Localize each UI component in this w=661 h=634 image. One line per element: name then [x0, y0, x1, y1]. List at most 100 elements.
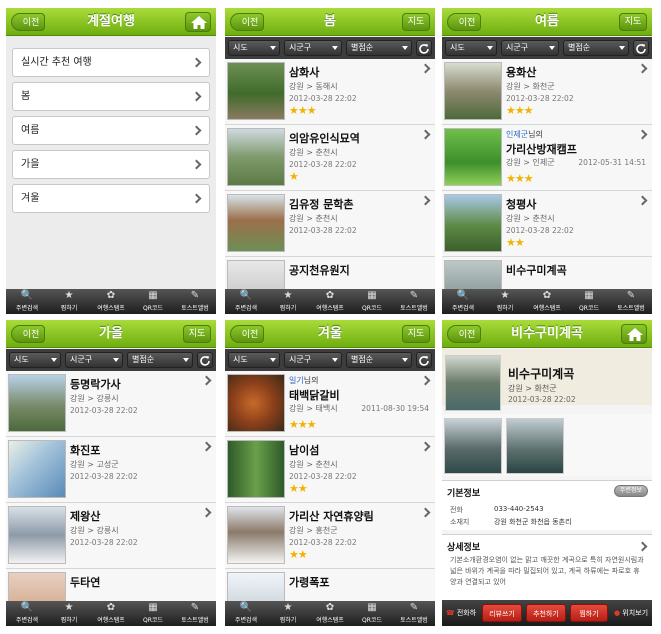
- back-button[interactable]: 이전: [230, 325, 264, 343]
- detail-info-section[interactable]: 상세정보 기본소개환경오염이 없는 맑고 깨끗한 계곡으로 특히 자연원시림과 …: [442, 534, 652, 602]
- favorite-button[interactable]: 찜하기: [570, 604, 608, 622]
- tab-qr[interactable]: ▦ QR코드: [568, 289, 610, 314]
- list-item[interactable]: 화진포 강원 > 고성군 2012-03-28 22:02: [6, 437, 216, 503]
- city-select[interactable]: 시군구: [65, 352, 123, 368]
- tab-stamp[interactable]: ✿ 여행스탬프: [526, 289, 568, 314]
- province-select[interactable]: 시도: [445, 40, 497, 56]
- gallery-photo[interactable]: [444, 418, 502, 474]
- tab-favorite[interactable]: ★ 찜하기: [48, 601, 90, 626]
- place-title: 남이섬: [289, 444, 320, 457]
- map-button[interactable]: 지도: [402, 325, 430, 343]
- header-bar: 이전 겨울 지도: [225, 320, 435, 348]
- tab-favorite[interactable]: ★ 찜하기: [267, 289, 309, 314]
- list-item[interactable]: 용화산 강원 > 화천군 2012-03-28 22:02 ★★★: [442, 59, 652, 125]
- sort-select[interactable]: 별점순: [563, 40, 629, 56]
- header-bar: 이전 계절여행: [6, 8, 216, 36]
- map-button[interactable]: 지도: [183, 325, 211, 343]
- tab-favorite[interactable]: ★ 찜하기: [267, 601, 309, 626]
- list-item[interactable]: 인제군님의 가리산방재캠프 강원 > 인제군 2012-05-31 14:51 …: [442, 125, 652, 191]
- menu-item-winter[interactable]: 겨울: [12, 184, 210, 213]
- place-list: 용화산 강원 > 화천군 2012-03-28 22:02 ★★★ 인제군님의 …: [442, 59, 652, 289]
- qr-icon: ▦: [367, 290, 377, 301]
- province-select[interactable]: 시도: [9, 352, 61, 368]
- nearby-info-button[interactable]: 주변정보: [613, 485, 648, 497]
- place-title: 용화산: [506, 66, 537, 79]
- list-item[interactable]: 김유정 문학촌 강원 > 춘천시 2012-03-28 22:02: [225, 191, 435, 257]
- tab-favorite[interactable]: ★ 찜하기: [48, 289, 90, 314]
- province-select[interactable]: 시도: [228, 40, 280, 56]
- tab-stamp[interactable]: ✿ 여행스탬프: [90, 289, 132, 314]
- refresh-button[interactable]: [633, 40, 649, 56]
- tab-nearby[interactable]: 🔍 주변검색: [225, 289, 267, 314]
- tab-album[interactable]: ✎ 토스트앨범: [393, 601, 435, 626]
- list-item[interactable]: 삼화사 강원 > 동해시 2012-03-28 22:02 ★★★: [225, 59, 435, 125]
- tab-favorite[interactable]: ★ 찜하기: [484, 289, 526, 314]
- list-item[interactable]: 가령폭포: [225, 569, 435, 601]
- tab-stamp[interactable]: ✿ 여행스탬프: [309, 289, 351, 314]
- city-select[interactable]: 시군구: [501, 40, 559, 56]
- tab-album[interactable]: ✎ 토스트앨범: [393, 289, 435, 314]
- location-button[interactable]: ● 위치보기: [612, 604, 650, 622]
- home-button[interactable]: [621, 324, 647, 344]
- phone-label: 전화: [450, 506, 463, 514]
- refresh-button[interactable]: [197, 352, 213, 368]
- season-menu-list: 실시간 추천 여행 봄 여름 가을 겨울: [12, 48, 210, 218]
- star-icon: ★: [64, 290, 74, 301]
- list-item[interactable]: 공지천유원지: [225, 257, 435, 289]
- menu-item-spring[interactable]: 봄: [12, 82, 210, 111]
- refresh-button[interactable]: [416, 40, 432, 56]
- back-button[interactable]: 이전: [11, 13, 45, 31]
- map-button[interactable]: 지도: [402, 13, 430, 31]
- place-thumbnail: [227, 506, 285, 564]
- tab-qr[interactable]: ▦ QR코드: [351, 601, 393, 626]
- list-item[interactable]: 남이섬 강원 > 춘천시 2012-03-28 22:02 ★★: [225, 437, 435, 503]
- tab-qr[interactable]: ▦ QR코드: [351, 289, 393, 314]
- back-button[interactable]: 이전: [11, 325, 45, 343]
- gallery-photo[interactable]: [506, 418, 564, 474]
- tab-album[interactable]: ✎ 토스트앨범: [174, 289, 216, 314]
- map-button[interactable]: 지도: [619, 13, 647, 31]
- home-button[interactable]: [185, 12, 211, 32]
- list-item[interactable]: 가리산 자연휴양림 강원 > 홍천군 2012-03-28 22:02 ★★: [225, 503, 435, 569]
- province-select[interactable]: 시도: [228, 352, 280, 368]
- tab-stamp[interactable]: ✿ 여행스탬프: [309, 601, 351, 626]
- list-item[interactable]: 두타연: [6, 569, 216, 601]
- tab-bar: 🔍 주변검색 ★ 찜하기 ✿ 여행스탬프 ▦ QR코드 ✎ 토스트앨범: [442, 289, 652, 314]
- list-item[interactable]: 등명락가사 강원 > 강릉시 2012-03-28 22:02: [6, 371, 216, 437]
- list-item[interactable]: 청평사 강원 > 춘천시 2012-03-28 22:02 ★★: [442, 191, 652, 257]
- refresh-button[interactable]: [416, 352, 432, 368]
- tab-nearby[interactable]: 🔍 주변검색: [225, 601, 267, 626]
- list-item[interactable]: 비수구미계곡: [442, 257, 652, 289]
- place-location: 강원 > 춘천시: [289, 148, 338, 157]
- tab-qr[interactable]: ▦ QR코드: [132, 601, 174, 626]
- sort-select[interactable]: 별점순: [127, 352, 193, 368]
- city-select[interactable]: 시군구: [284, 352, 342, 368]
- menu-item-realtime[interactable]: 실시간 추천 여행: [12, 48, 210, 77]
- chevron-down-icon: [183, 358, 189, 362]
- tab-nearby[interactable]: 🔍 주변검색: [6, 601, 48, 626]
- back-button[interactable]: 이전: [447, 13, 481, 31]
- call-button[interactable]: ☎ 전화하기: [444, 604, 478, 622]
- list-item[interactable]: 의암유인식묘역 강원 > 춘천시 2012-03-28 22:02 ★: [225, 125, 435, 191]
- tab-album[interactable]: ✎ 토스트앨범: [174, 601, 216, 626]
- tab-nearby[interactable]: 🔍 주변검색: [6, 289, 48, 314]
- write-review-button[interactable]: 리뷰쓰기: [482, 604, 522, 622]
- phone-value[interactable]: 033-440-2543: [494, 505, 544, 513]
- menu-item-autumn[interactable]: 가을: [12, 150, 210, 179]
- tab-stamp[interactable]: ✿ 여행스탬프: [90, 601, 132, 626]
- place-thumbnail: [444, 194, 502, 252]
- tab-album[interactable]: ✎ 토스트앨범: [610, 289, 652, 314]
- place-title: 가령폭포: [289, 576, 330, 589]
- sort-select[interactable]: 별점순: [346, 352, 412, 368]
- list-item[interactable]: 제왕산 강원 > 강릉시 2012-03-28 22:02: [6, 503, 216, 569]
- back-button[interactable]: 이전: [447, 325, 481, 343]
- qr-icon: ▦: [367, 602, 377, 613]
- list-item[interactable]: 일기님의 태백닭갈비 강원 > 태백시 2011-08-30 19:54 ★★★: [225, 371, 435, 437]
- tab-nearby[interactable]: 🔍 주변검색: [442, 289, 484, 314]
- sort-select[interactable]: 별점순: [346, 40, 412, 56]
- city-select[interactable]: 시군구: [284, 40, 342, 56]
- menu-item-summer[interactable]: 여름: [12, 116, 210, 145]
- tab-qr[interactable]: ▦ QR코드: [132, 289, 174, 314]
- back-button[interactable]: 이전: [230, 13, 264, 31]
- recommend-button[interactable]: 추천하기: [526, 604, 566, 622]
